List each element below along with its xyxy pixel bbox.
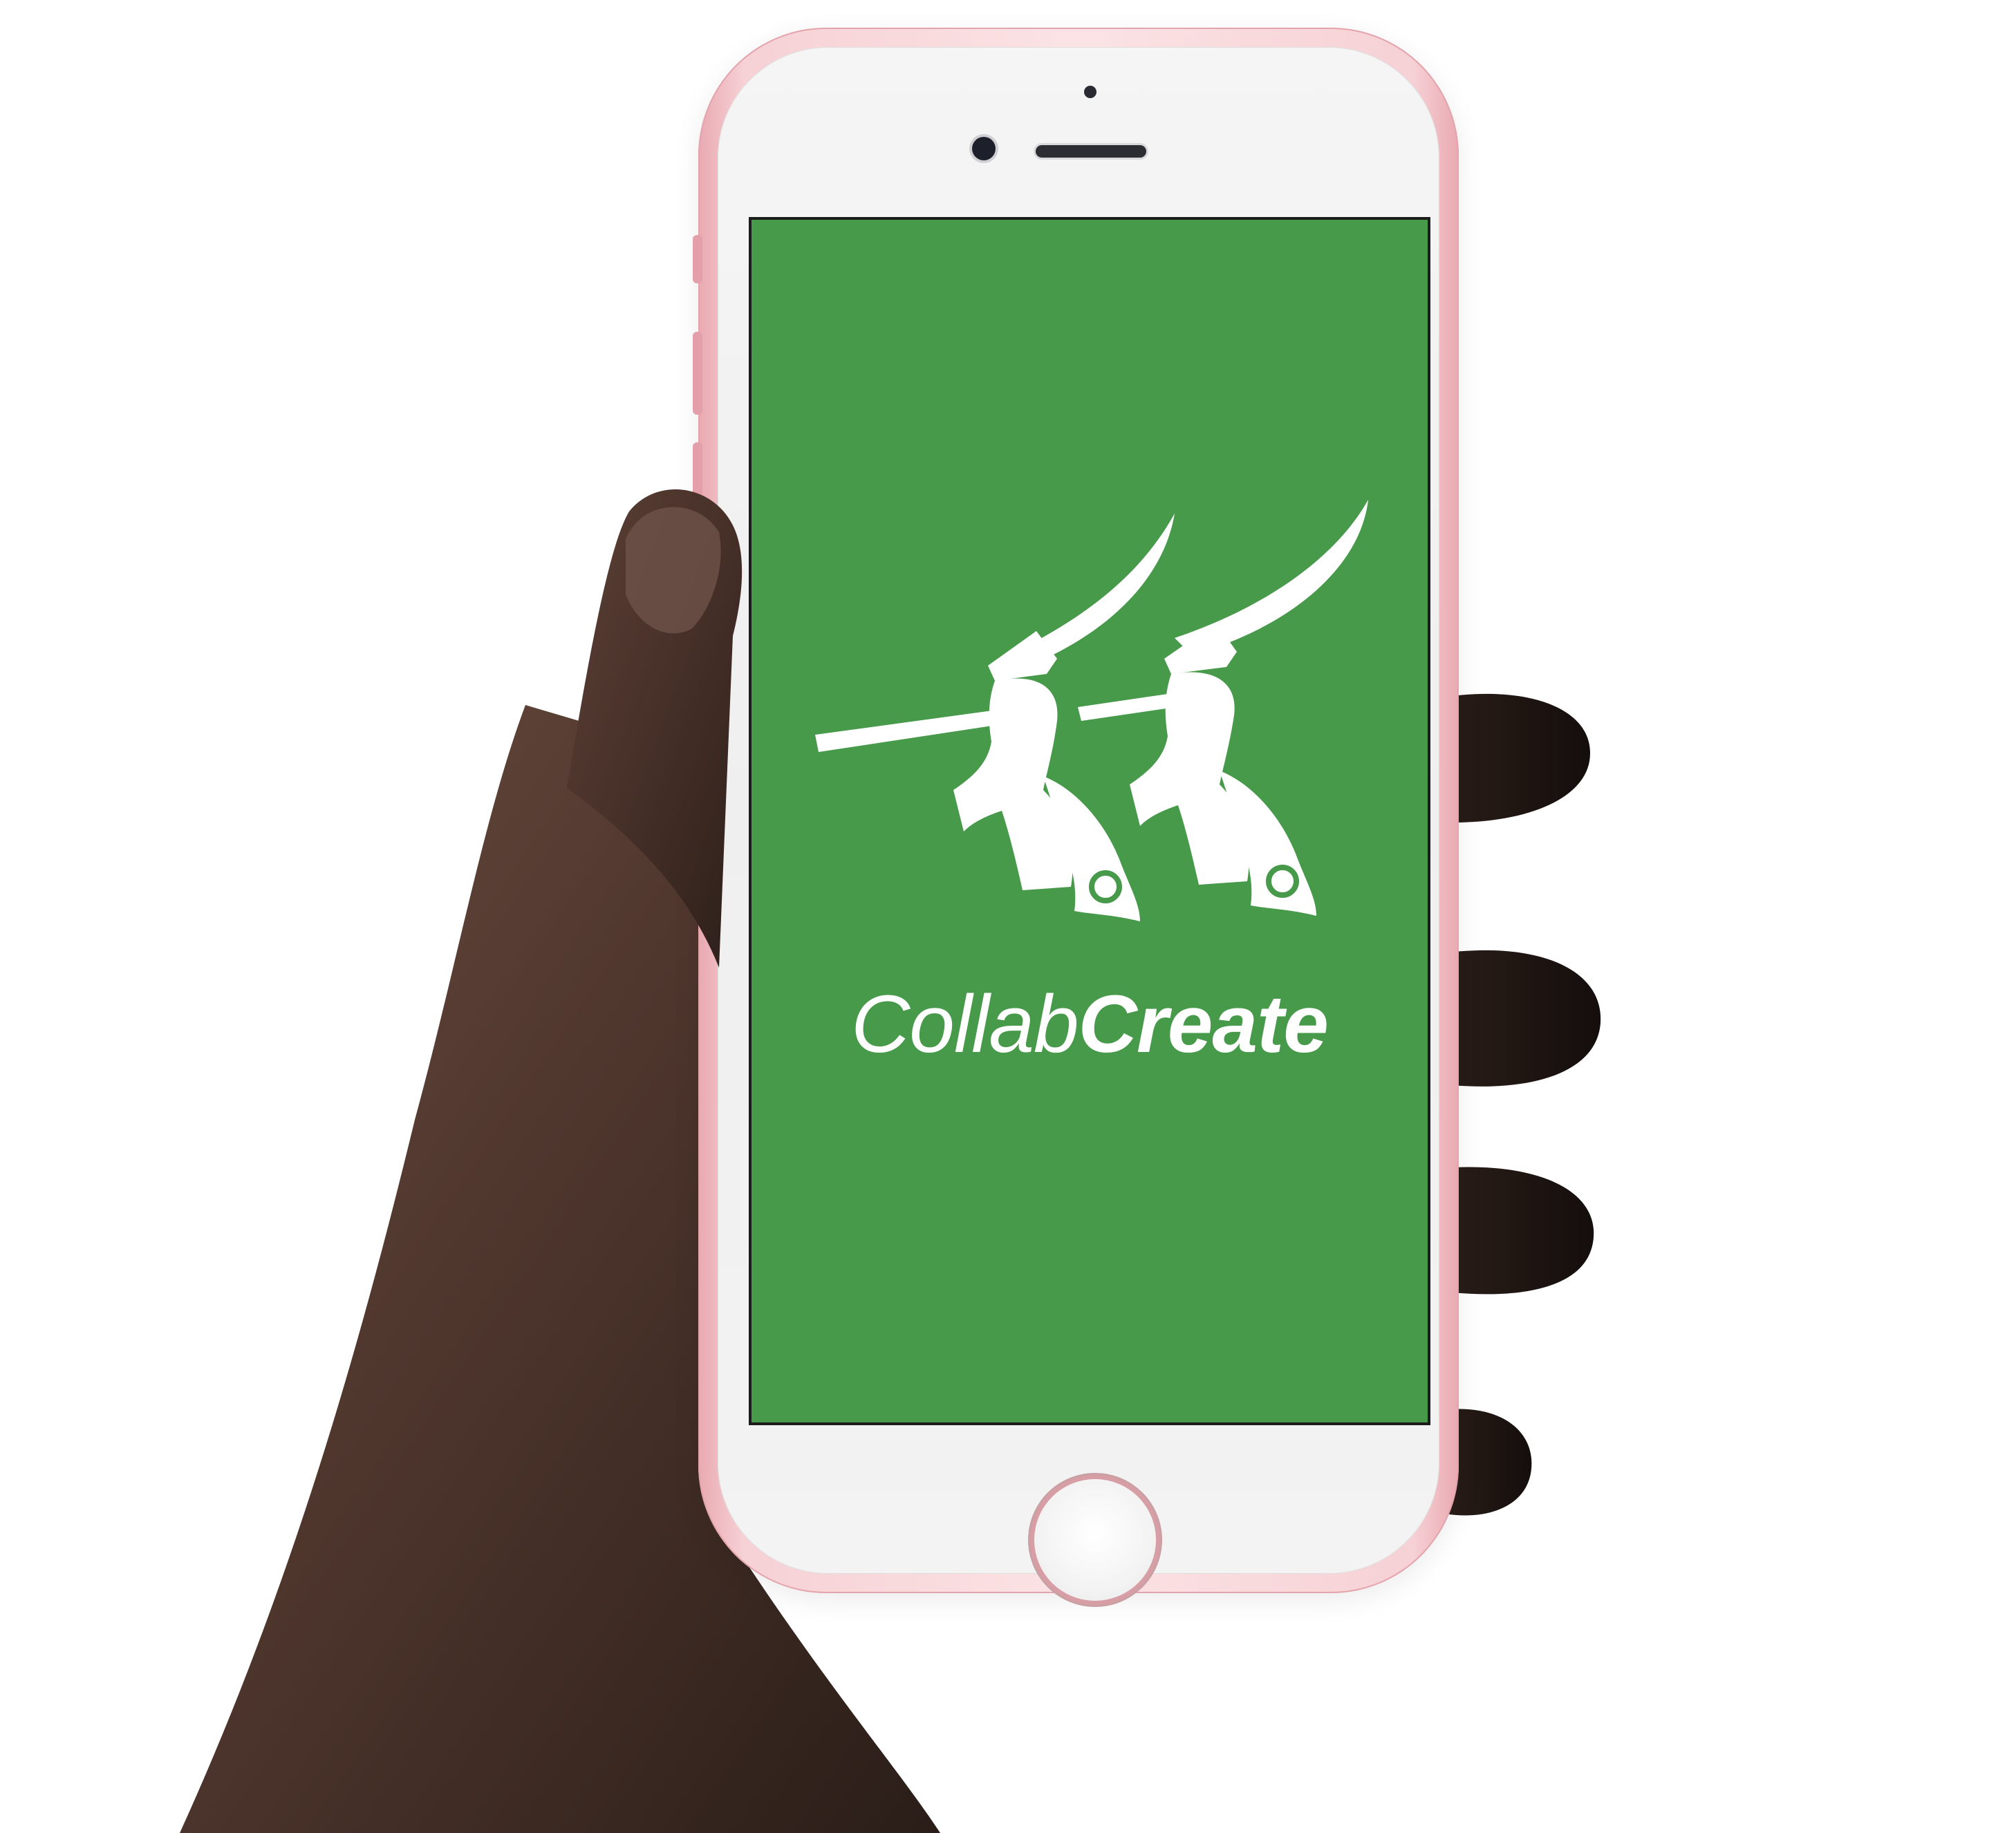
proximity-sensor (1084, 86, 1096, 98)
app-wordmark: CollabCreate (752, 984, 1428, 1065)
finger-2 (1438, 950, 1601, 1087)
finger-1 (1438, 693, 1590, 822)
phone-device: CollabCreate (693, 28, 1459, 1601)
wordmark-collab: Collab (851, 979, 1079, 1070)
wordmark-create: Create (1078, 979, 1329, 1070)
front-camera-icon (972, 137, 996, 160)
home-button[interactable] (1034, 1479, 1156, 1601)
volume-down-button[interactable] (693, 442, 702, 525)
finger-3 (1441, 1167, 1594, 1295)
earpiece-speaker (1036, 145, 1146, 158)
photo-scene: CollabCreate (0, 0, 2016, 1833)
two-trumpeters-logo-icon (815, 500, 1368, 921)
mute-switch[interactable] (693, 235, 702, 283)
volume-up-button[interactable] (693, 332, 702, 415)
phone-front: CollabCreate (718, 47, 1439, 1601)
splash-screen[interactable]: CollabCreate (752, 220, 1428, 1422)
